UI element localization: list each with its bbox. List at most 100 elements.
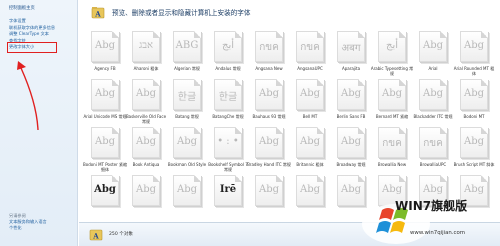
font-tile[interactable]: ABG Algerian 常规	[169, 31, 205, 79]
font-name: Browallia New	[377, 162, 407, 167]
font-tile[interactable]: Abg Bernard MT 紧缩	[374, 79, 410, 127]
font-tile[interactable]: 한글 Batang 常规	[169, 79, 205, 127]
font-tile[interactable]: أبج Andalus 常规	[210, 31, 246, 79]
fonts-status-icon: A	[89, 229, 103, 241]
font-name: Agency FB	[94, 66, 116, 71]
font-sample-text: Abg	[340, 88, 362, 99]
font-tile[interactable]: Abg Arial	[415, 31, 451, 79]
font-sample-text: กขค	[259, 42, 279, 53]
personalization-link[interactable]: 个性化	[9, 225, 47, 231]
font-sample-text: • : •	[217, 136, 239, 147]
font-sample-text: Abg	[94, 40, 116, 51]
font-tile[interactable]: Abg	[128, 175, 164, 223]
font-tile[interactable]: 한글 BatangChe 常规	[210, 79, 246, 127]
font-thumbnail: Abg	[419, 31, 447, 62]
font-name: Arabic Typesetting 常规	[370, 66, 414, 76]
adjust-cleartype-link[interactable]: 调整 ClearType 文本	[9, 31, 55, 38]
font-name: Aharoni 粗体	[133, 66, 159, 71]
font-name: Angsana New	[255, 66, 283, 71]
font-tile[interactable]: Abg Blackadder ITC 常规	[413, 79, 453, 127]
font-name: Bauhaus 93 常规	[252, 114, 286, 119]
font-tile[interactable]: Abg Bodoni MT Poster 紧缩 细体	[83, 127, 127, 175]
font-thumbnail: Abg	[255, 79, 283, 110]
font-tile[interactable]: กขค Angsana New	[251, 31, 287, 79]
font-tile[interactable]: Abg	[87, 175, 123, 223]
font-name: Aparajita	[341, 66, 361, 71]
font-tile[interactable]: Abg Broadway 常规	[333, 127, 369, 175]
font-thumbnail: Abg	[378, 79, 406, 110]
font-tile[interactable]: Abg	[251, 175, 287, 223]
font-tile[interactable]: Abg Agency FB	[87, 31, 123, 79]
font-tile[interactable]: กขค BrowalliaUPC	[415, 127, 451, 175]
font-tile[interactable]: अबग Aparajita	[333, 31, 369, 79]
font-tile[interactable]: Abg Baskerville Old Face 常规	[126, 79, 166, 127]
svg-text:A: A	[94, 10, 101, 19]
header: A 预览、删除或者显示和隐藏计算机上安装的字体	[79, 0, 500, 28]
font-sample-text: Abg	[135, 88, 157, 99]
font-name: Bookman Old Style	[167, 162, 207, 167]
font-thumbnail: Irē	[214, 175, 242, 206]
font-name: Andalus 常规	[215, 66, 241, 71]
font-sample-text: Abg	[94, 184, 116, 195]
font-tile[interactable]: Abg	[292, 175, 328, 223]
font-settings-link[interactable]: 字体设置	[9, 18, 55, 25]
font-name: AngsanaUPC	[297, 66, 323, 71]
font-sample-text: Abg	[258, 88, 280, 99]
font-name: BatangChe 常规	[212, 114, 244, 119]
font-tile[interactable]: กขค AngsanaUPC	[292, 31, 328, 79]
font-sample-text: Abg	[422, 88, 444, 99]
font-name: Arial Unicode MS 常规	[83, 114, 127, 119]
font-sample-text: Abg	[381, 88, 403, 99]
font-sample-text: Abg	[135, 136, 157, 147]
font-tile[interactable]: Abg Bell MT	[292, 79, 328, 127]
font-thumbnail: Abg	[255, 127, 283, 158]
font-name: Blackadder ITC 常规	[413, 114, 453, 119]
font-sample-text: Abg	[299, 184, 321, 195]
font-sample-text: Abg	[258, 136, 280, 147]
font-thumbnail: Abg	[255, 175, 283, 206]
font-tile[interactable]: Abg Arial Unicode MS 常规	[83, 79, 127, 127]
font-sample-text: Abg	[299, 136, 321, 147]
font-sample-text: Abg	[422, 40, 444, 51]
font-tile[interactable]: Abg Bookman Old Style	[168, 127, 206, 175]
font-thumbnail: Abg	[91, 31, 119, 62]
font-tile[interactable]: Abg Bodoni MT	[456, 79, 492, 127]
font-tile[interactable]: กขค Browallia New	[374, 127, 410, 175]
font-tile[interactable]: Abg Arial Rounded MT 粗体	[454, 31, 494, 79]
font-sample-text: 한글	[177, 92, 197, 103]
font-name: Book Antiqua	[132, 162, 160, 167]
font-tile[interactable]: Irē	[210, 175, 246, 223]
font-thumbnail: กขค	[419, 127, 447, 158]
font-thumbnail: Abg	[337, 127, 365, 158]
font-tile[interactable]: Abg Bauhaus 93 常规	[251, 79, 287, 127]
fonts-folder-icon: A	[91, 7, 105, 19]
font-thumbnail: 한글	[173, 79, 201, 110]
font-name: Brush Script MT 斜体	[453, 162, 495, 167]
font-sample-text: กขค	[423, 138, 443, 149]
font-thumbnail: Abg	[132, 79, 160, 110]
font-sample-text: Irē	[219, 184, 237, 195]
font-thumbnail: אבג	[132, 31, 160, 62]
font-name: Bodoni MT Poster 紧缩 细体	[83, 162, 128, 172]
font-tile[interactable]: Abg Bradley Hand ITC 常规	[247, 127, 291, 175]
font-thumbnail: Abg	[296, 127, 324, 158]
font-sample-text: Abg	[463, 88, 485, 99]
font-sample-text: Abg	[94, 88, 116, 99]
change-font-size-link[interactable]: 更改字体大小	[6, 42, 58, 53]
font-tile[interactable]: Abg	[169, 175, 205, 223]
font-tile[interactable]: • : • Bookshelf Symbol 7 常规	[208, 127, 248, 175]
object-count: 250 个对象	[109, 232, 134, 237]
font-tile[interactable]: Abg Britannic 粗体	[292, 127, 328, 175]
font-tile[interactable]: Abg Berlin Sans FB	[333, 79, 369, 127]
text-services-link[interactable]: 文本服务和输入语言	[9, 219, 47, 225]
font-name: Arial Rounded MT 粗体	[453, 66, 495, 76]
font-name: Bernard MT 紧缩	[375, 114, 409, 119]
font-thumbnail: ABG	[173, 31, 201, 62]
watermark-url: www.win7qijian.com	[410, 230, 466, 236]
font-tile[interactable]: אבג Aharoni 粗体	[128, 31, 164, 79]
font-tile[interactable]: أبج Arabic Typesetting 常规	[371, 31, 413, 79]
font-thumbnail: Abg	[91, 127, 119, 158]
control-panel-home-link[interactable]: 控制面板主页	[9, 5, 35, 11]
font-tile[interactable]: Abg Book Antiqua	[128, 127, 164, 175]
font-tile[interactable]: Abg Brush Script MT 斜体	[454, 127, 494, 175]
